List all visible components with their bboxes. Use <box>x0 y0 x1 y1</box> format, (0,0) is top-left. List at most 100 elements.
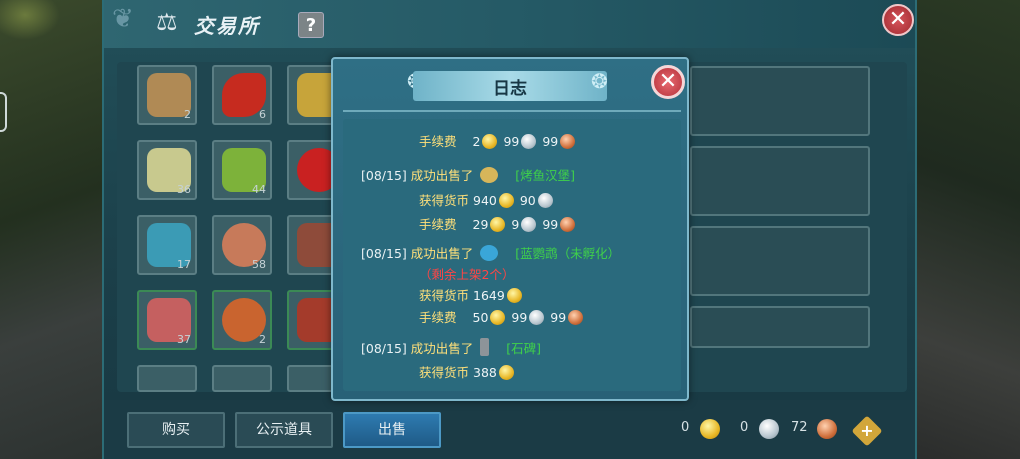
copper-amount: 72 <box>791 420 808 435</box>
inventory-slot[interactable]: 37 <box>137 290 197 350</box>
silver-coin-icon <box>521 134 537 149</box>
inventory-slot[interactable]: 6 <box>212 65 272 125</box>
gold-amount: 0 <box>681 420 690 435</box>
right-scenery <box>910 0 1020 459</box>
copper-coin-icon <box>560 134 576 149</box>
log-sale-row: [08/15] 成功出售了 [蓝鹦鹉（未孵化） <box>361 243 620 262</box>
add-currency-icon[interactable]: + <box>851 415 883 447</box>
earn-label: 获得货币 <box>419 365 470 380</box>
sell-tab[interactable]: 出售 <box>343 412 441 448</box>
copper-coin-icon <box>568 310 584 325</box>
inventory-slot[interactable]: 2 <box>212 290 272 350</box>
help-icon[interactable]: ? <box>298 12 324 38</box>
swirl-right-icon: ❂ <box>591 69 608 93</box>
item-count: 36 <box>177 183 191 196</box>
log-date: [08/15] <box>361 246 407 261</box>
fee-gold: 2 <box>472 134 481 149</box>
inventory-slot[interactable]: 44 <box>212 140 272 200</box>
gold-coin-icon <box>490 217 506 232</box>
log-note-row: （剩余上架2个） <box>419 264 514 283</box>
log-list[interactable]: 手续费 2 99 99 [08/15] 成功出售了 [烤鱼汉堡] 获得货币 94… <box>343 119 681 391</box>
log-earn-row: 获得货币 1649 <box>419 285 524 304</box>
inventory-slot[interactable] <box>137 365 197 392</box>
buy-tab[interactable]: 购买 <box>127 412 225 448</box>
fee-gold: 50 <box>472 310 489 325</box>
stone-tablet-icon <box>480 338 490 356</box>
inventory-slot[interactable]: 36 <box>137 140 197 200</box>
scale-icon: ⚖ <box>156 8 178 36</box>
sky-glow <box>0 0 60 40</box>
close-dialog-button[interactable]: ✕ <box>651 65 685 99</box>
parrot-icon <box>480 245 499 261</box>
silver-coin-icon <box>537 193 553 208</box>
gold-coin-icon <box>498 365 514 380</box>
listing-slot[interactable] <box>690 146 870 216</box>
fee-copper: 99 <box>542 217 559 232</box>
silver-amount: 0 <box>740 420 749 435</box>
silver-coin-icon <box>759 419 779 439</box>
listing-slot[interactable] <box>690 306 870 348</box>
log-item: [蓝鹦鹉（未孵化） <box>515 246 621 261</box>
fee-label: 手续费 <box>419 134 457 149</box>
log-fee-row: 手续费 50 99 99 <box>419 307 585 326</box>
gold-coin-icon <box>490 310 506 325</box>
earn-label: 获得货币 <box>419 288 470 303</box>
inventory-slot[interactable]: 17 <box>137 215 197 275</box>
side-drawer-handle[interactable] <box>0 92 7 132</box>
gold-coin-icon <box>482 134 498 149</box>
item-count: 6 <box>259 108 266 121</box>
item-count: 2 <box>184 108 191 121</box>
log-dialog: ❂ 日志 ❂ ✕ 手续费 2 99 99 [08/15] 成功出售了 [烤鱼汉堡… <box>331 57 689 401</box>
earn-gold: 388 <box>473 365 497 380</box>
log-item: [烤鱼汉堡] <box>515 168 576 183</box>
gold-coin-icon <box>506 288 522 303</box>
log-note: （剩余上架2个） <box>419 267 515 282</box>
fee-silver: 99 <box>511 310 528 325</box>
fee-silver: 99 <box>503 134 520 149</box>
fee-label: 手续费 <box>419 310 457 325</box>
silver-coin-icon <box>521 217 537 232</box>
earn-silver: 90 <box>519 193 536 208</box>
copper-coin-icon <box>560 217 576 232</box>
showcase-tab[interactable]: 公示道具 <box>235 412 333 448</box>
divider <box>343 110 681 112</box>
title-bar: ❦ ⚖ 交易所 ? ✕ <box>104 0 915 48</box>
gold-coin-icon <box>700 419 720 439</box>
copper-coin-icon <box>817 419 837 439</box>
burger-icon <box>480 167 499 183</box>
log-action: 成功出售了 <box>410 246 474 261</box>
log-date: [08/15] <box>361 168 407 183</box>
listing-slot[interactable] <box>690 66 870 136</box>
inventory-slot[interactable] <box>212 365 272 392</box>
left-scenery <box>0 0 105 459</box>
inventory-slot[interactable]: 2 <box>137 65 197 125</box>
inventory-slot[interactable]: 58 <box>212 215 272 275</box>
silver-coin-icon <box>529 310 545 325</box>
item-count: 17 <box>177 258 191 271</box>
log-action: 成功出售了 <box>410 341 474 356</box>
panel-title: 交易所 <box>194 14 260 38</box>
dialog-title: 日志 <box>493 79 527 99</box>
dialog-header: 日志 <box>413 71 607 101</box>
gold-coin-icon <box>498 193 514 208</box>
fee-copper: 99 <box>550 310 567 325</box>
fee-label: 手续费 <box>419 217 457 232</box>
fee-gold: 29 <box>472 217 489 232</box>
log-date: [08/15] <box>361 341 407 356</box>
earn-gold: 940 <box>473 193 497 208</box>
item-count: 37 <box>177 333 191 346</box>
item-count: 58 <box>252 258 266 271</box>
item-count: 2 <box>259 333 266 346</box>
log-earn-row: 获得货币 940 90 <box>419 190 555 209</box>
log-fee-row: 手续费 29 9 99 <box>419 214 577 233</box>
fee-silver: 9 <box>511 217 520 232</box>
log-sale-row: [08/15] 成功出售了 [烤鱼汉堡] <box>361 165 575 184</box>
ornament-icon: ❦ <box>112 4 134 34</box>
listing-slot[interactable] <box>690 226 870 296</box>
log-action: 成功出售了 <box>410 168 474 183</box>
close-panel-button[interactable]: ✕ <box>882 4 914 36</box>
log-sale-row: [08/15] 成功出售了 [石碑] <box>361 338 541 357</box>
log-item: [石碑] <box>506 341 542 356</box>
log-fee-row: 手续费 2 99 99 <box>419 131 577 150</box>
log-earn-row: 获得货币 388 <box>419 362 516 381</box>
